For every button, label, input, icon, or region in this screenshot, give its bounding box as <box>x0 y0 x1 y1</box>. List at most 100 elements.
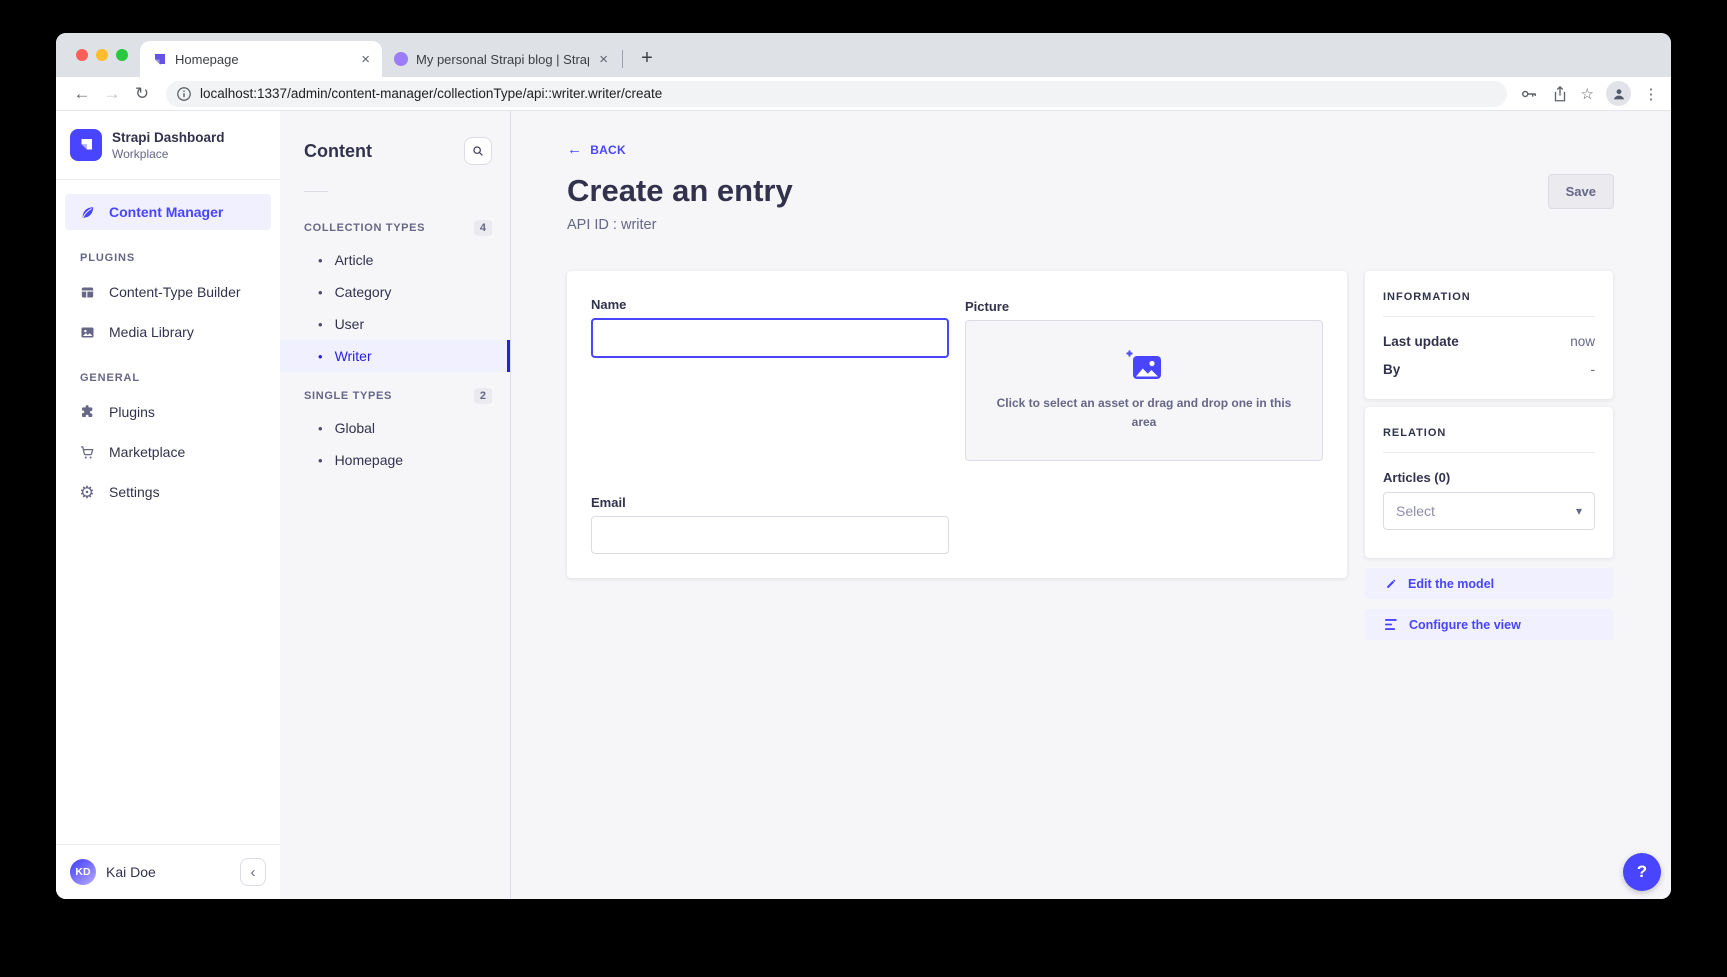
new-tab-button[interactable]: + <box>635 47 659 70</box>
subnav-item-writer[interactable]: • Writer <box>280 340 510 372</box>
select-placeholder: Select <box>1396 503 1576 519</box>
browser-window: Homepage × My personal Strapi blog | Str… <box>56 33 1671 899</box>
back-link[interactable]: ← BACK <box>567 141 626 158</box>
minimize-window-button[interactable] <box>96 49 108 61</box>
sidebar-item-label: Plugins <box>109 404 155 420</box>
brand-title: Strapi Dashboard <box>112 130 225 145</box>
subnav-item-article[interactable]: • Article <box>280 244 510 276</box>
email-input[interactable] <box>591 516 949 554</box>
blog-favicon <box>394 52 408 66</box>
user-avatar[interactable]: KD <box>70 859 96 885</box>
subnav-item-label: Article <box>335 252 374 268</box>
subnav-divider <box>304 191 328 192</box>
subnav-item-global[interactable]: • Global <box>280 412 510 444</box>
tab-close-icon[interactable]: × <box>359 51 372 68</box>
browser-toolbar: ← → ↻ localhost:1337/admin/content-manag… <box>56 77 1671 111</box>
name-input[interactable] <box>591 318 949 358</box>
save-button[interactable]: Save <box>1548 174 1614 209</box>
subnav-item-label: Homepage <box>335 452 404 468</box>
right-panel: INFORMATION Last update now By - RELATIO… <box>1365 271 1613 640</box>
by-row: By - <box>1383 362 1595 377</box>
forward-icon[interactable]: → <box>100 84 124 104</box>
tab-strip: Homepage × My personal Strapi blog | Str… <box>56 33 1671 77</box>
subnav-item-label: Writer <box>335 348 372 364</box>
single-types-header: SINGLE TYPES 2 <box>280 382 510 412</box>
api-id-subtitle: API ID : writer <box>567 217 1614 233</box>
back-arrow-icon: ← <box>567 141 582 158</box>
strapi-app: Strapi Dashboard Workplace Content Manag… <box>56 111 1671 899</box>
subnav-item-label: Category <box>335 284 392 300</box>
pencil-icon <box>1385 577 1398 590</box>
sidebar-item-label: Settings <box>109 484 160 500</box>
browser-menu-icon[interactable]: ⋮ <box>1643 85 1659 103</box>
bullet-icon: • <box>318 421 323 436</box>
main-content: ← BACK Create an entry Save API ID : wri… <box>511 111 1671 899</box>
info-icon[interactable] <box>176 86 192 102</box>
sidebar-item-settings[interactable]: ⚙ Settings <box>65 474 271 510</box>
subnav-item-category[interactable]: • Category <box>280 276 510 308</box>
reload-icon[interactable]: ↻ <box>130 84 154 104</box>
feather-pen-icon <box>77 202 97 222</box>
tab-blog[interactable]: My personal Strapi blog | Strap × <box>382 41 620 77</box>
picture-field: Picture Click to select an asset or drag… <box>965 297 1323 461</box>
subnav-item-user[interactable]: • User <box>280 308 510 340</box>
traffic-lights <box>76 49 128 61</box>
bookmark-star-icon[interactable]: ☆ <box>1581 85 1594 103</box>
close-window-button[interactable] <box>76 49 88 61</box>
back-icon[interactable]: ← <box>70 84 94 104</box>
articles-select[interactable]: Select ▾ <box>1383 492 1595 530</box>
title-row: Create an entry Save <box>567 173 1614 209</box>
cart-icon <box>77 442 97 462</box>
entry-form-card: Name Picture Click to select <box>567 271 1347 578</box>
gear-icon: ⚙ <box>77 482 97 502</box>
by-value: - <box>1591 362 1596 377</box>
url-text[interactable]: localhost:1337/admin/content-manager/col… <box>200 86 1497 101</box>
sidebar-footer: KD Kai Doe ‹ <box>56 844 280 899</box>
toolbar-icons: ☆ ⋮ <box>1519 81 1661 106</box>
sidebar-item-marketplace[interactable]: Marketplace <box>65 434 271 470</box>
subnav-title: Content <box>304 141 372 162</box>
configure-view-label: Configure the view <box>1409 618 1521 632</box>
tab-divider <box>622 50 623 68</box>
main-sidebar: Strapi Dashboard Workplace Content Manag… <box>56 111 280 899</box>
information-title: INFORMATION <box>1383 291 1595 303</box>
card-divider <box>1383 316 1595 317</box>
browser-profile-avatar[interactable] <box>1606 81 1631 106</box>
sidebar-item-plugins[interactable]: Plugins <box>65 394 271 430</box>
subnav-item-homepage[interactable]: • Homepage <box>280 444 510 476</box>
share-icon[interactable] <box>1551 85 1569 103</box>
sidebar-item-media-library[interactable]: Media Library <box>65 314 271 350</box>
subnav-item-label: User <box>335 316 365 332</box>
configure-lines-icon <box>1385 618 1399 631</box>
name-field: Name <box>591 297 949 461</box>
url-bar[interactable]: localhost:1337/admin/content-manager/col… <box>166 81 1507 107</box>
tab-homepage[interactable]: Homepage × <box>140 41 382 77</box>
sidebar-item-content-manager[interactable]: Content Manager <box>65 194 271 230</box>
bullet-icon: • <box>318 349 323 364</box>
by-label: By <box>1383 362 1400 377</box>
sidebar-item-label: Content-Type Builder <box>109 284 241 300</box>
puzzle-icon <box>77 402 97 422</box>
search-button[interactable] <box>464 137 492 165</box>
brand-text: Strapi Dashboard Workplace <box>112 130 225 161</box>
sidebar-item-content-type-builder[interactable]: Content-Type Builder <box>65 274 271 310</box>
chevron-left-icon: ‹ <box>251 864 256 881</box>
tab-close-icon[interactable]: × <box>597 51 610 68</box>
add-image-icon <box>1125 349 1163 382</box>
layout-grid-icon <box>77 282 97 302</box>
bullet-icon: • <box>318 285 323 300</box>
edit-model-button[interactable]: Edit the model <box>1365 568 1613 599</box>
tab-title: Homepage <box>175 52 351 67</box>
zoom-window-button[interactable] <box>116 49 128 61</box>
entry-form-area: Name Picture Click to select <box>567 271 1614 640</box>
sidebar-item-label: Content Manager <box>109 204 223 220</box>
configure-view-button[interactable]: Configure the view <box>1365 609 1613 640</box>
password-key-icon[interactable] <box>1519 84 1539 104</box>
collapse-sidebar-button[interactable]: ‹ <box>240 858 266 886</box>
picture-upload-dropzone[interactable]: Click to select an asset or drag and dro… <box>965 320 1323 461</box>
help-button[interactable]: ? <box>1623 853 1661 891</box>
single-types-count: 2 <box>474 388 492 404</box>
page-title: Create an entry <box>567 173 793 209</box>
content-subnav: Content COLLECTION TYPES 4 • Article • <box>280 111 511 899</box>
card-divider <box>1383 452 1595 453</box>
